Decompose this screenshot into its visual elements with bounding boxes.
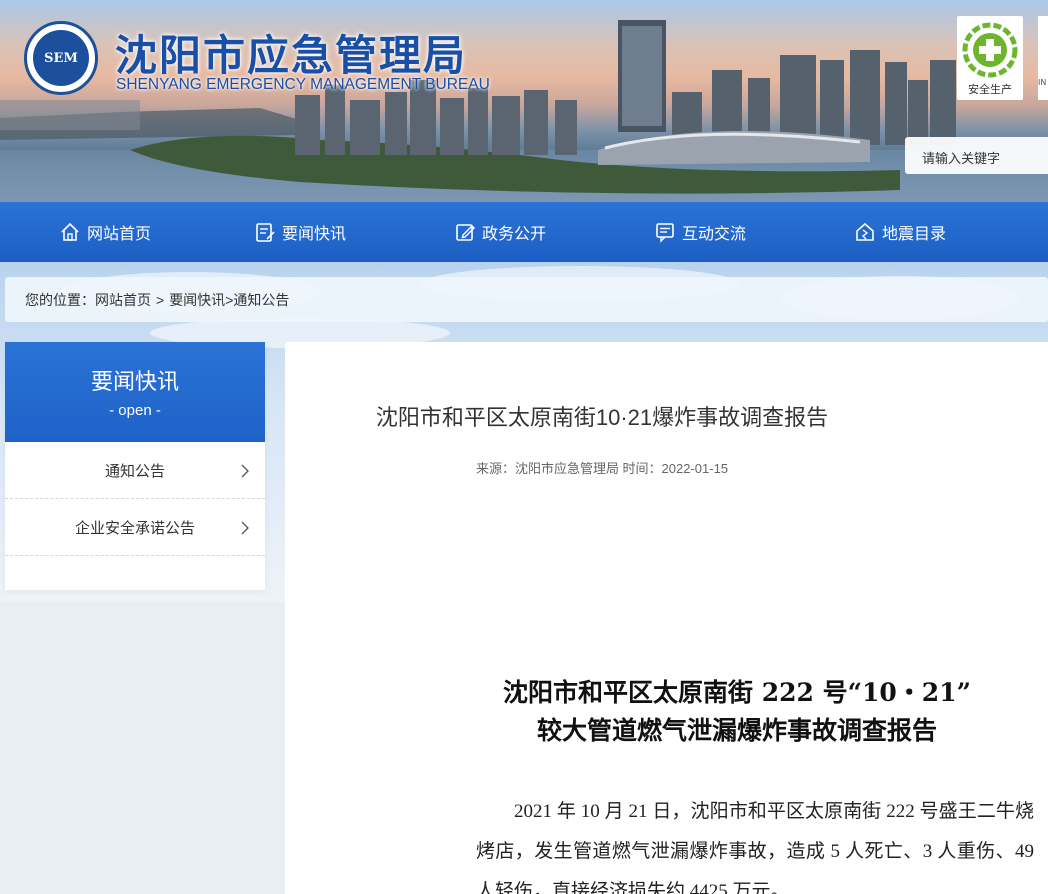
sidebar-item-safety-commitment[interactable]: 企业安全承诺公告 [5,499,265,556]
breadcrumb-prefix: 您的位置： [25,291,95,308]
logo-text: SEM [33,30,89,86]
edit-icon [456,224,475,241]
report-title-line2: 较大管道燃气泄漏爆炸事故调查报告 [536,716,937,745]
nav-label: 网站首页 [86,226,151,243]
safety-production-badge[interactable]: 安全生产 [957,16,1023,100]
nav-item-gov-affairs[interactable]: 政务公开 [400,202,600,262]
search-input[interactable]: 请输入关键字 [905,137,1048,174]
header-banner: SEM 沈阳市应急管理局 SHENYANG EMERGENCY MANAGEME… [0,0,1048,202]
article-meta: 来源：沈阳市应急管理局 时间：2022-01-15 [475,461,729,476]
chevron-right-icon [241,521,249,535]
report-title-line1: 沈阳市和平区太原南街 222 号“10・21” [503,678,971,707]
home-icon [61,222,79,241]
quake-icon [856,222,874,241]
site-subtitle: SHENYANG EMERGENCY MANAGEMENT BUREAU [116,76,490,93]
sidebar-item-label: 企业安全承诺公告 [74,519,195,537]
article-title: 沈阳市和平区太原南街10·21爆炸事故调查报告 [375,405,829,430]
chat-icon [656,223,674,243]
report-title: 沈阳市和平区太原南街 222 号“10・21” 较大管道燃气泄漏爆炸事故调查报告 [387,674,1048,750]
nav-item-news[interactable]: 要闻快讯 [200,202,400,262]
nav-item-home[interactable]: 网站首页 [0,202,200,262]
nav-label: 地震目录 [881,226,946,243]
breadcrumb-section-link[interactable]: 要闻快讯 [169,290,225,310]
article-panel: 沈阳市和平区太原南街10·21爆炸事故调查报告 来源：沈阳市应急管理局 时间：2… [285,342,1048,894]
sidebar-title: 要闻快讯 [90,369,179,394]
safety-badge-label: 安全生产 [968,83,1012,96]
nav-label: 政务公开 [481,226,546,243]
site-title: 沈阳市应急管理局 [115,31,468,80]
secondary-badge[interactable]: IN [1038,16,1048,100]
breadcrumb: 您的位置： 网站首页 > 要闻快讯 >通知公告 [5,277,1048,322]
nav-label: 要闻快讯 [281,226,346,243]
report-paragraph: 2021 年 10 月 21 日，沈阳市和平区太原南街 222 号盛王二牛烧烤店… [476,801,1034,894]
nav-item-interaction[interactable]: 互动交流 [600,202,800,262]
breadcrumb-current-link[interactable]: >通知公告 [225,290,289,310]
main-nav: 网站首页 要闻快讯 政务公开 互动交流 地震目录 [0,202,1048,262]
bureau-logo[interactable]: SEM [24,21,98,95]
nav-item-earthquake-catalog[interactable]: 地震目录 [800,202,1000,262]
breadcrumb-separator: > [156,291,165,308]
news-icon [256,223,275,242]
breadcrumb-home-link[interactable]: 网站首页 [95,290,151,310]
nav-label: 互动交流 [681,226,746,243]
safety-cross-icon [962,22,1018,78]
